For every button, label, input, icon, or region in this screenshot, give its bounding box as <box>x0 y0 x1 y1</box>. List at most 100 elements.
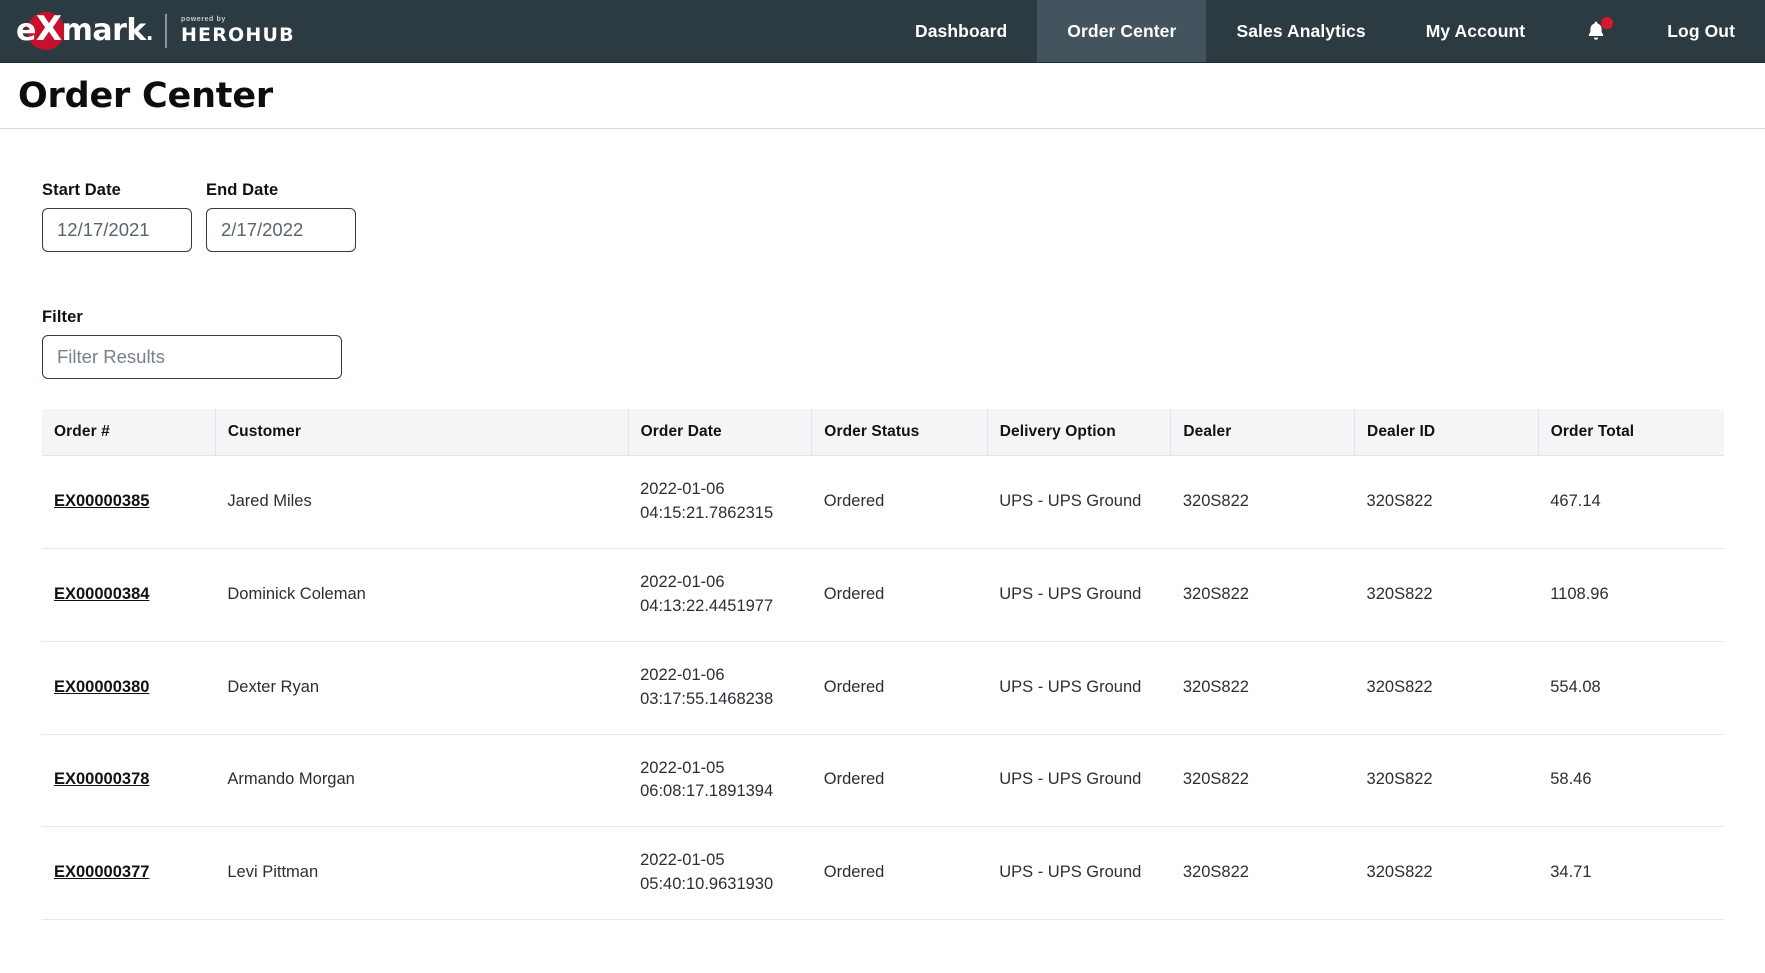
cell-dealer-id: 320S822 <box>1354 734 1539 828</box>
cell-dealer: 320S822 <box>1170 734 1355 828</box>
cell-delivery-option: UPS - UPS Ground <box>987 455 1171 549</box>
cell-order-status: Ordered <box>811 641 988 735</box>
cell-dealer: 320S822 <box>1170 641 1355 735</box>
nav-menu: Dashboard Order Center Sales Analytics M… <box>885 0 1765 62</box>
column-header-order-number[interactable]: Order # <box>42 409 216 456</box>
order-time-value: 04:15:21.7862315 <box>640 503 774 522</box>
cell-dealer: 320S822 <box>1170 548 1355 642</box>
cell-delivery-option: UPS - UPS Ground <box>987 641 1171 735</box>
cell-dealer-id: 320S822 <box>1354 548 1539 642</box>
cell-order-number: EX00000380 <box>42 641 216 735</box>
column-header-dealer[interactable]: Dealer <box>1170 409 1356 456</box>
column-header-order-status[interactable]: Order Status <box>811 409 988 456</box>
main-content: Start Date End Date Filter Order # Custo… <box>0 181 1765 921</box>
cell-delivery-option: UPS - UPS Ground <box>987 826 1171 921</box>
exmark-logo-mark: eXmark. <box>16 8 153 54</box>
cell-order-status: Ordered <box>811 548 988 642</box>
cell-order-status: Ordered <box>811 826 988 921</box>
powered-by-label: powered by <box>180 16 226 23</box>
date-range-filters: Start Date End Date <box>42 181 1723 252</box>
brand-word-dot: . <box>145 21 154 45</box>
notification-badge <box>1601 17 1614 29</box>
cell-order-date: 2022-01-06 03:17:55.1468238 <box>628 641 812 735</box>
cell-order-total: 34.71 <box>1538 826 1724 921</box>
table-row: EX00000380 Dexter Ryan 2022-01-06 03:17:55.… <box>42 641 1724 735</box>
orders-table-head: Order # Customer Order Date Order Status… <box>42 409 1724 456</box>
order-time-value: 04:13:22.4451977 <box>640 596 774 615</box>
orders-table-container: Order # Customer Order Date Order Status… <box>42 409 1724 921</box>
notifications-button[interactable] <box>1555 0 1637 62</box>
herohub-wordmark: HEROHUB <box>180 24 295 46</box>
cell-order-status: Ordered <box>811 455 988 549</box>
filter-label: Filter <box>42 308 83 326</box>
cell-order-status: Ordered <box>811 734 988 828</box>
cell-customer: Armando Morgan <box>215 734 629 828</box>
table-row: EX00000378 Armando Morgan 2022-01-05 06:08:… <box>42 734 1724 828</box>
cell-order-total: 554.08 <box>1538 641 1724 735</box>
order-number-link[interactable]: EX00000377 <box>54 863 149 881</box>
order-time-value: 03:17:55.1468238 <box>640 689 774 708</box>
column-header-customer[interactable]: Customer <box>215 409 629 456</box>
order-date-value: 2022-01-05 <box>640 851 725 870</box>
cell-customer: Levi Pittman <box>215 826 629 921</box>
filter-input[interactable] <box>42 335 342 379</box>
column-header-delivery-option[interactable]: Delivery Option <box>987 409 1172 456</box>
cell-order-number: EX00000384 <box>42 548 216 642</box>
cell-order-total: 467.14 <box>1538 455 1724 549</box>
page-title: Order Center <box>18 75 273 116</box>
order-number-link[interactable]: EX00000385 <box>54 492 149 510</box>
column-header-order-total[interactable]: Order Total <box>1538 409 1724 456</box>
start-date-label: Start Date <box>42 181 121 199</box>
order-date-value: 2022-01-06 <box>640 665 725 684</box>
start-date-group: Start Date <box>42 181 192 252</box>
cell-dealer: 320S822 <box>1170 826 1355 921</box>
cell-customer: Jared Miles <box>215 455 629 549</box>
table-header-row: Order # Customer Order Date Order Status… <box>42 409 1724 456</box>
order-time-value: 05:40:10.9631930 <box>640 875 774 894</box>
end-date-input[interactable] <box>206 208 356 252</box>
cell-order-date: 2022-01-05 05:40:10.9631930 <box>628 826 812 921</box>
orders-table-body: EX00000385 Jared Miles 2022-01-06 04:15:21.… <box>42 455 1724 921</box>
logout-button[interactable]: Log Out <box>1637 0 1765 62</box>
page-header: Order Center <box>0 63 1765 129</box>
cell-order-total: 58.46 <box>1538 734 1724 828</box>
nav-item-sales-analytics[interactable]: Sales Analytics <box>1206 0 1395 62</box>
cell-order-number: EX00000385 <box>42 455 216 549</box>
brand-word-post: mark <box>61 13 147 48</box>
cell-delivery-option: UPS - UPS Ground <box>987 734 1171 828</box>
nav-item-order-center[interactable]: Order Center <box>1037 0 1207 62</box>
cell-dealer: 320S822 <box>1170 455 1355 549</box>
order-date-value: 2022-01-05 <box>640 758 725 777</box>
cell-order-number: EX00000378 <box>42 734 216 828</box>
order-date-value: 2022-01-06 <box>640 572 725 591</box>
order-date-value: 2022-01-06 <box>640 480 725 498</box>
exmark-wordmark: eXmark. <box>16 8 153 54</box>
order-number-link[interactable]: EX00000378 <box>54 770 149 788</box>
top-navigation-bar: eXmark. powered by HEROHUB Dashboard Ord… <box>0 0 1765 63</box>
filter-group: Filter <box>42 308 1723 379</box>
orders-table: Order # Customer Order Date Order Status… <box>42 409 1724 921</box>
table-row: EX00000377 Levi Pittman 2022-01-05 05:40:10… <box>42 826 1724 921</box>
herohub-lockup: powered by HEROHUB <box>181 10 295 52</box>
nav-item-dashboard[interactable]: Dashboard <box>885 0 1037 62</box>
cell-order-date: 2022-01-05 06:08:17.1891394 <box>628 734 812 828</box>
cell-order-number: EX00000377 <box>42 826 216 921</box>
start-date-input[interactable] <box>42 208 192 252</box>
order-number-link[interactable]: EX00000384 <box>54 585 149 603</box>
cell-dealer-id: 320S822 <box>1354 826 1539 921</box>
cell-dealer-id: 320S822 <box>1354 455 1539 549</box>
brand-logo[interactable]: eXmark. powered by HEROHUB <box>0 0 295 62</box>
table-row: EX00000385 Jared Miles 2022-01-06 04:15:21.… <box>42 455 1724 549</box>
table-row: EX00000384 Dominick Coleman 2022-01-06 04:1… <box>42 548 1724 642</box>
brand-word-pre: e <box>16 13 36 48</box>
cell-delivery-option: UPS - UPS Ground <box>987 548 1171 642</box>
nav-item-my-account[interactable]: My Account <box>1396 0 1556 62</box>
bell-icon <box>1583 17 1614 44</box>
cell-dealer-id: 320S822 <box>1354 641 1539 735</box>
cell-customer: Dominick Coleman <box>215 548 629 642</box>
brand-divider <box>164 14 167 48</box>
brand-word-x: X <box>35 9 62 49</box>
column-header-dealer-id[interactable]: Dealer ID <box>1354 409 1539 456</box>
column-header-order-date[interactable]: Order Date <box>628 409 813 456</box>
order-number-link[interactable]: EX00000380 <box>54 678 149 696</box>
